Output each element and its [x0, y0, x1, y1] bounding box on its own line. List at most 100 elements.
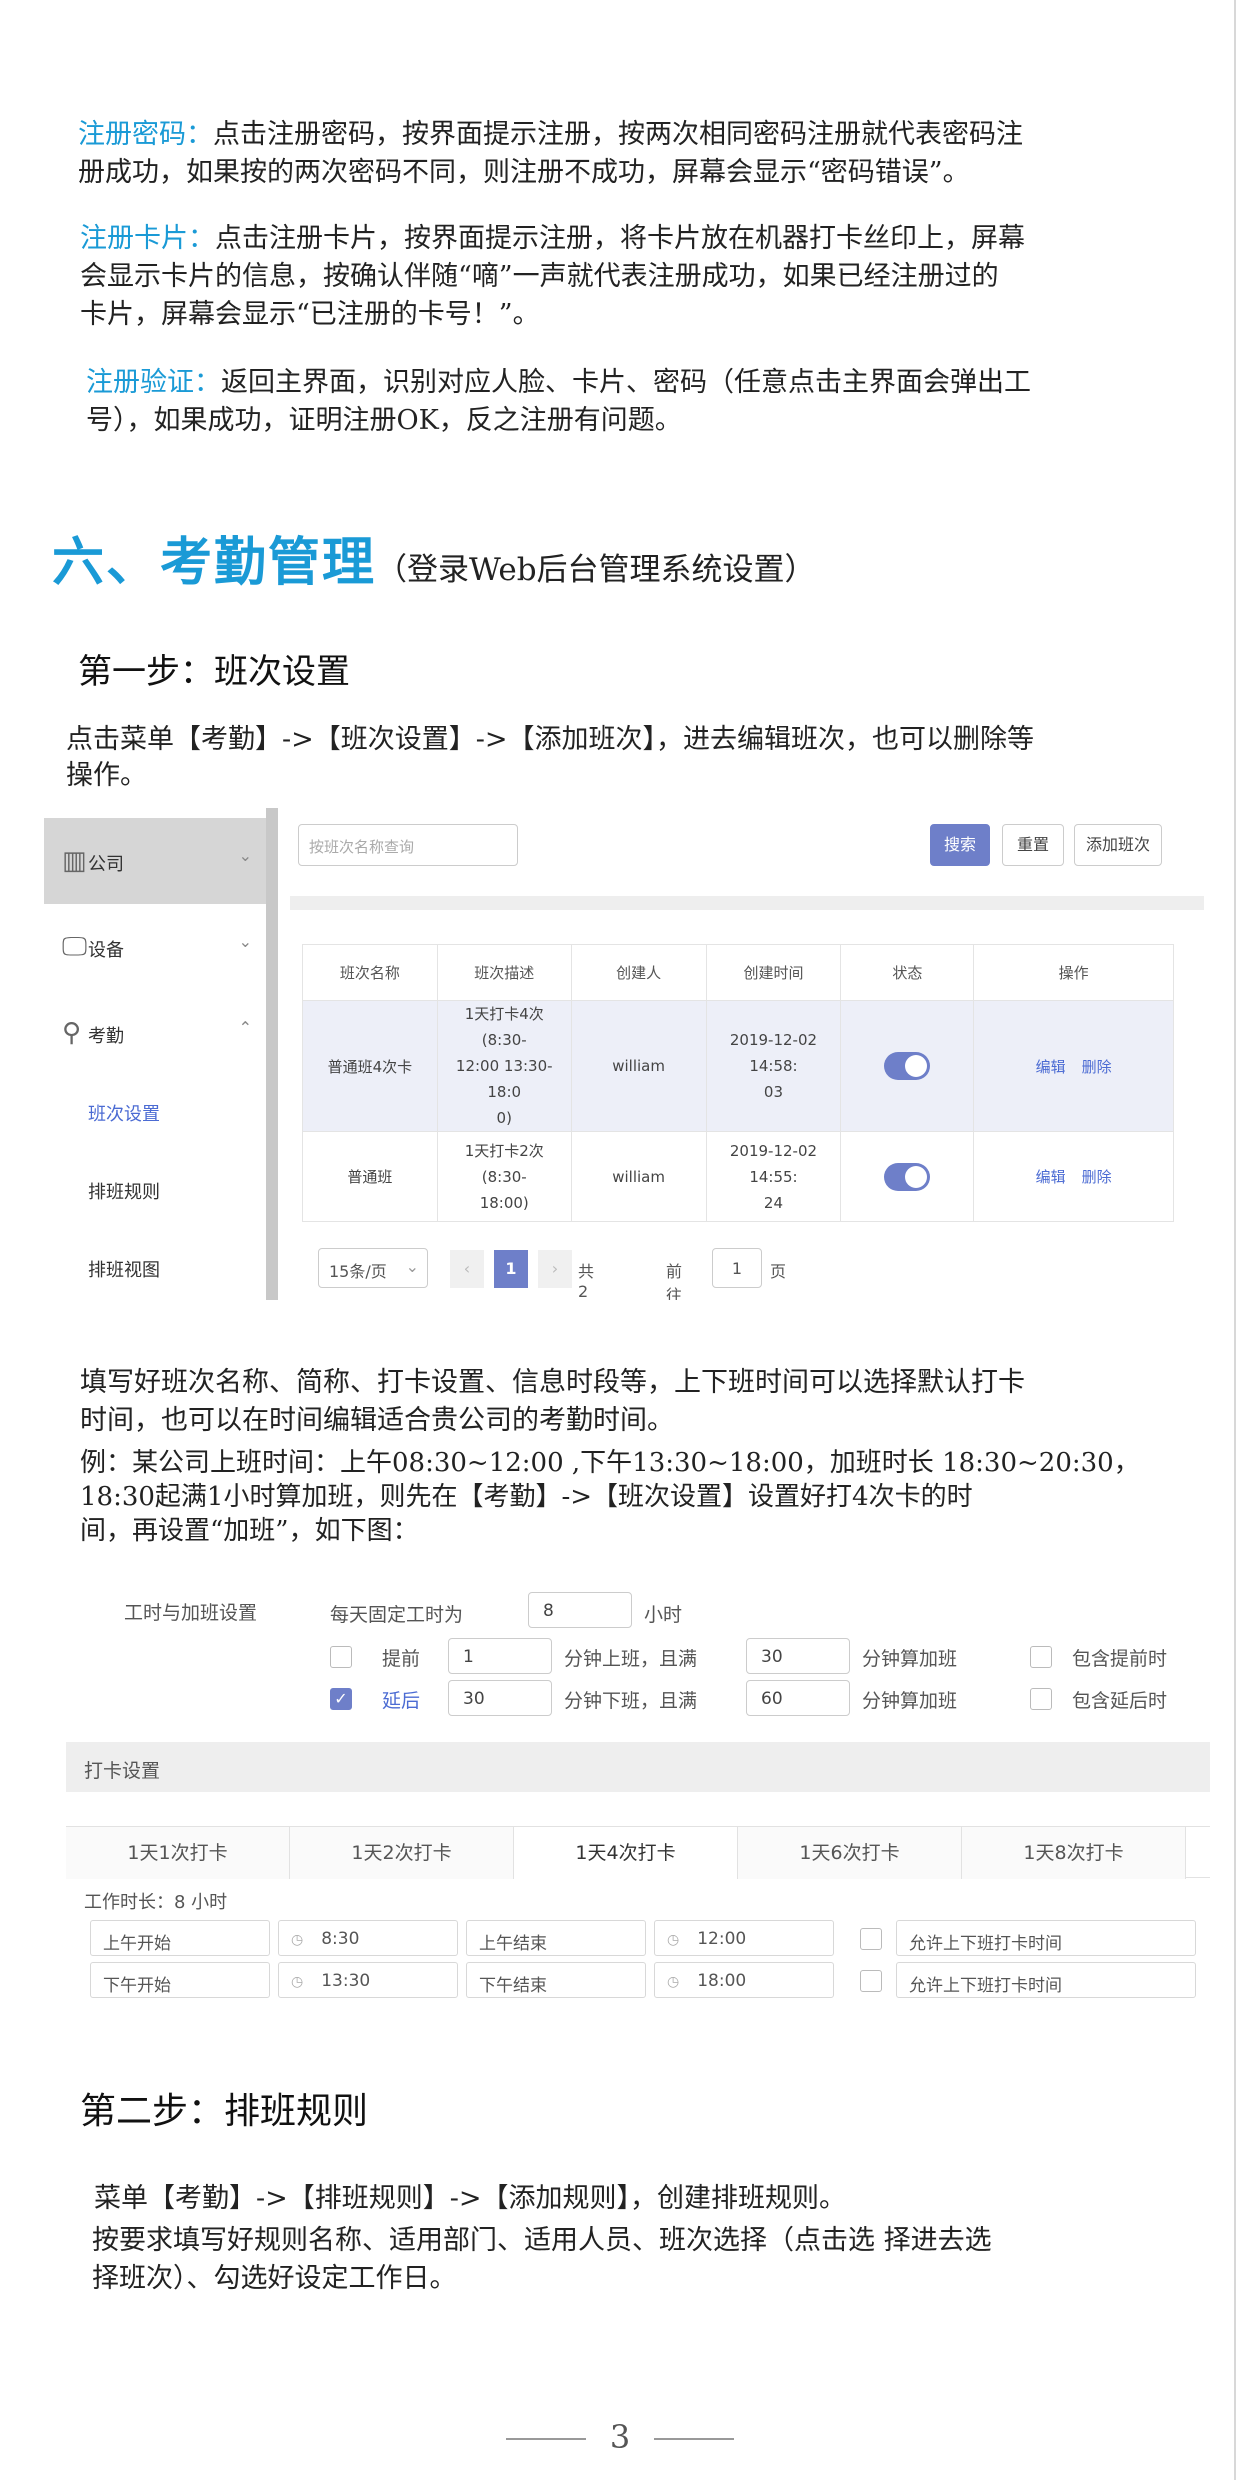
- shift-search-input[interactable]: 按班次名称查询: [298, 824, 518, 866]
- add-shift-button[interactable]: 添加班次: [1074, 824, 1162, 866]
- goto-page-input[interactable]: 1: [712, 1248, 762, 1288]
- text-line: 点击菜单【考勤】->【班次设置】->【添加班次】，进去编辑班次，也可以删除等: [66, 724, 1034, 755]
- location-pin-icon: ⚲: [62, 1018, 82, 1048]
- status-toggle[interactable]: [884, 1052, 931, 1080]
- text-line: 1天打卡4次 (8:30-: [464, 1005, 544, 1049]
- am-start-time[interactable]: ◷ 8:30: [278, 1920, 458, 1956]
- section-title-text: 六、考勤管理: [52, 532, 377, 593]
- sidebar-subitem-schedule-view[interactable]: 排班视图: [88, 1256, 160, 1282]
- text-line: 卡片，屏幕会显示“已注册的卡号！”。: [80, 299, 540, 330]
- step2-title: 第二步：排班规则: [80, 2091, 369, 2132]
- early-minutes-input[interactable]: 1: [448, 1638, 552, 1674]
- fixed-hours-input[interactable]: 8: [528, 1592, 632, 1628]
- building-icon: ▥: [62, 846, 87, 876]
- sidebar-scrollbar[interactable]: [266, 808, 278, 1300]
- sidebar: ▥ 公司 ⌄ 🖵 设备 ⌄ ⚲ 考勤 ⌃ 班次设置 排班规则 排班视图: [44, 808, 266, 1300]
- reset-button[interactable]: 重置: [1002, 824, 1064, 866]
- text-line: 点击注册密码，按界面提示注册，按两次相同密码注册就代表密码注: [213, 119, 1023, 150]
- overtime-settings-screenshot: 工时与加班设置 每天固定工时为 8 小时 提前 1 分钟上班，且满 30 分钟算…: [66, 1582, 1210, 2010]
- page-size-select[interactable]: 15条/页 ⌄: [318, 1248, 428, 1288]
- tab-2-punch[interactable]: 1天2次打卡: [290, 1827, 514, 1879]
- sidebar-item-company[interactable]: ▥ 公司 ⌄: [44, 818, 266, 904]
- actions-cell: 编辑 删除: [973, 1000, 1174, 1132]
- edit-link[interactable]: 编辑: [1036, 1168, 1066, 1186]
- total-count: 共 2 条: [578, 1262, 595, 1300]
- chevron-down-icon: ⌄: [405, 1257, 419, 1276]
- clock-icon: ◷: [667, 1932, 680, 1948]
- punch-count-tabs: 1天1次打卡 1天2次打卡 1天4次打卡 1天6次打卡 1天8次打卡: [66, 1826, 1210, 1879]
- time-value: 13:30: [321, 1971, 371, 1991]
- text-line: 填写好班次名称、简称、打卡设置、信息时段等，上下班时间可以选择默认打卡: [80, 1367, 1025, 1398]
- include-late-checkbox[interactable]: [1030, 1688, 1052, 1710]
- column-header: 操作: [973, 944, 1174, 1001]
- late-checkbox[interactable]: ✓: [330, 1688, 352, 1710]
- text-line: 菜单【考勤】->【排班规则】->【添加规则】，创建排班规则。: [94, 2183, 846, 2214]
- delete-link[interactable]: 删除: [1082, 1058, 1112, 1076]
- next-page-button[interactable]: ›: [538, 1250, 572, 1288]
- prev-page-button[interactable]: ‹: [450, 1250, 484, 1288]
- table-row[interactable]: 普通班 1天打卡2次 (8:30- 18:00) william 2019-12…: [302, 1131, 1174, 1222]
- late-threshold-input[interactable]: 60: [746, 1680, 850, 1716]
- table-row[interactable]: 普通班4次卡 1天打卡4次 (8:30- 12:00 13:30-18:0 0)…: [302, 1000, 1174, 1132]
- text-line: 1天打卡2次 (8:30-: [464, 1141, 544, 1186]
- main-panel: 按班次名称查询 搜索 重置 添加班次 班次名称 班次描述 创建人 创建时间 状态…: [290, 808, 1204, 1300]
- shift-description: 1天打卡4次 (8:30- 12:00 13:30-18:0 0): [436, 1000, 572, 1132]
- time-value: 18:00: [697, 1971, 747, 1991]
- column-header: 班次名称: [302, 944, 438, 1001]
- early-checkbox[interactable]: [330, 1646, 352, 1668]
- text-line: 点击注册卡片，按界面提示注册，将卡片放在机器打卡丝印上，屏幕: [215, 223, 1025, 254]
- allow-punch-checkbox[interactable]: [860, 1970, 882, 1992]
- include-early-checkbox[interactable]: [1030, 1646, 1052, 1668]
- late-label: 延后: [382, 1690, 421, 1712]
- am-end-time[interactable]: ◷ 12:00: [654, 1920, 834, 1956]
- register-card-paragraph: 注册卡片：点击注册卡片，按界面提示注册，将卡片放在机器打卡丝印上，屏幕 会显示卡…: [80, 220, 1025, 334]
- text-line: 返回主界面，识别对应人脸、卡片、密码（任意点击主界面会弹出工: [221, 367, 1031, 398]
- sidebar-item-label: 设备: [88, 940, 124, 961]
- search-button[interactable]: 搜索: [930, 824, 990, 866]
- text-line: 18:00): [479, 1193, 529, 1212]
- status-toggle[interactable]: [884, 1162, 931, 1191]
- footer-rule: [654, 2438, 734, 2440]
- pm-start-label: 下午开始: [90, 1962, 270, 1998]
- sidebar-subitem-shift-settings[interactable]: 班次设置: [88, 1100, 160, 1126]
- late-minutes-input[interactable]: 30: [448, 1680, 552, 1716]
- sidebar-item-attendance[interactable]: ⚲ 考勤 ⌃: [44, 990, 266, 1076]
- tab-8-punch[interactable]: 1天8次打卡: [962, 1827, 1186, 1879]
- divider: [290, 896, 1204, 910]
- text-line: 间，再设置“加班”，如下图：: [80, 1516, 419, 1546]
- early-tail-label: 分钟算加班: [862, 1648, 958, 1670]
- delete-link[interactable]: 删除: [1082, 1168, 1112, 1186]
- register-card-label: 注册卡片：: [80, 223, 215, 254]
- text-line: 24: [763, 1193, 784, 1212]
- register-password-paragraph: 注册密码：点击注册密码，按界面提示注册，按两次相同密码注册就代表密码注 册成功，…: [78, 116, 1023, 192]
- section-subtitle: （登录Web后台管理系统设置）: [376, 552, 816, 588]
- chevron-up-icon: ⌃: [238, 1018, 252, 1037]
- edit-link[interactable]: 编辑: [1036, 1058, 1066, 1076]
- tab-1-punch[interactable]: 1天1次打卡: [66, 1827, 290, 1879]
- text-line: 0): [496, 1109, 512, 1127]
- pm-start-time[interactable]: ◷ 13:30: [278, 1962, 458, 1998]
- ot-settings-label: 工时与加班设置: [124, 1602, 258, 1624]
- fixed-hours-label: 每天固定工时为: [330, 1604, 464, 1626]
- column-header: 状态: [840, 944, 975, 1001]
- current-page-button[interactable]: 1: [494, 1250, 528, 1288]
- text-line: 册成功，如果按的两次密码不同，则注册不成功，屏幕会显示“密码错误”。: [78, 157, 970, 188]
- pm-end-time[interactable]: ◷ 18:00: [654, 1962, 834, 1998]
- shift-list-screenshot: ▥ 公司 ⌄ 🖵 设备 ⌄ ⚲ 考勤 ⌃ 班次设置 排班规则 排班视图 按班次名…: [44, 808, 1204, 1300]
- allow-punch-checkbox[interactable]: [860, 1928, 882, 1950]
- text-line: 03: [763, 1083, 784, 1101]
- time-value: 8:30: [321, 1929, 360, 1949]
- tab-4-punch[interactable]: 1天4次打卡: [514, 1827, 738, 1879]
- am-end-label: 上午结束: [466, 1920, 646, 1956]
- early-threshold-input[interactable]: 30: [746, 1638, 850, 1674]
- column-header: 创建人: [570, 944, 707, 1001]
- created-time: 2019-12-02 14:55: 24: [705, 1131, 842, 1222]
- creator: william: [570, 1000, 707, 1132]
- include-early-label: 包含提前时: [1072, 1648, 1168, 1670]
- hours-unit: 小时: [644, 1604, 683, 1626]
- tab-6-punch[interactable]: 1天6次打卡: [738, 1827, 962, 1879]
- sidebar-item-label: 考勤: [88, 1026, 124, 1047]
- sidebar-item-device[interactable]: 🖵 设备 ⌄: [44, 904, 266, 990]
- actions-cell: 编辑 删除: [973, 1131, 1174, 1222]
- sidebar-subitem-schedule-rules[interactable]: 排班规则: [88, 1178, 160, 1204]
